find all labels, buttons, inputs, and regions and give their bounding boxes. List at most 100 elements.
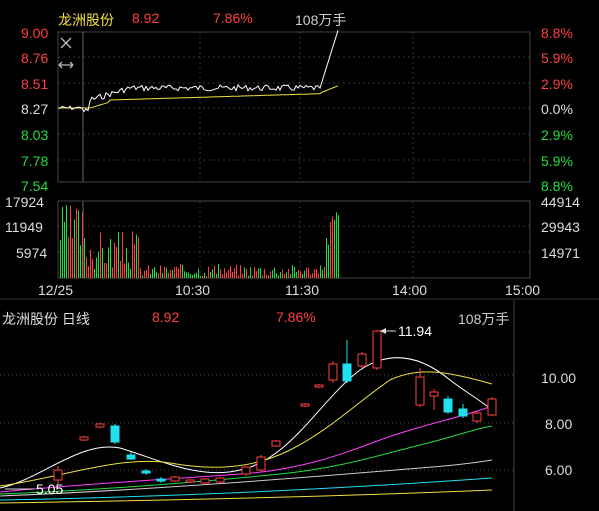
candle-body (53, 469, 63, 481)
volume-bar (228, 269, 229, 278)
volume-bar (232, 272, 233, 278)
volume-bar (268, 275, 269, 278)
volume-bar (124, 263, 125, 278)
volume-bar (102, 247, 103, 278)
volume-bar (270, 271, 271, 278)
candle-body (487, 398, 497, 416)
volume-bar (162, 273, 163, 278)
volume-bar (254, 267, 255, 278)
volume-bar (242, 273, 243, 278)
volume-bar (62, 206, 63, 278)
volume-bar (258, 268, 259, 278)
volume-bar (218, 264, 219, 278)
volume-bar (178, 268, 179, 278)
volume-bar (166, 267, 167, 278)
close-x-icon[interactable] (58, 36, 74, 50)
volume-bar (148, 265, 149, 278)
moving-average-line (0, 405, 493, 493)
volume-bar (292, 265, 293, 278)
candle-body (79, 436, 89, 441)
volume-bar (68, 237, 69, 278)
volume-bar (226, 272, 227, 278)
volume-bar (266, 274, 267, 278)
volume-bar (134, 244, 135, 278)
volume-bar (298, 269, 299, 278)
volume-bar (326, 237, 327, 278)
candle-body (458, 408, 468, 417)
volume-bar (238, 275, 239, 278)
volume-bar (98, 251, 99, 278)
volume-bar (284, 274, 285, 278)
volume-bar (310, 274, 311, 278)
high-price-label: 11.94 (398, 323, 432, 339)
volume-bar (240, 265, 241, 278)
volume-bar (334, 219, 335, 278)
candle-body (372, 330, 382, 369)
candle-body (300, 403, 310, 407)
volume-bar (82, 211, 83, 278)
volume-bar (208, 266, 209, 278)
volume-bar (72, 238, 73, 278)
volume-bar (118, 231, 119, 278)
candle-body (110, 425, 120, 443)
volume-bar (318, 273, 319, 278)
volume-bar (136, 234, 137, 278)
volume-bar (296, 271, 297, 278)
volume-bar (158, 273, 159, 278)
volume-bar (150, 274, 151, 278)
candle-body (185, 479, 195, 483)
low-price-label: 5.05 (36, 481, 64, 497)
candle-body (215, 477, 225, 483)
volume-bar (80, 245, 81, 278)
candle-body (170, 476, 180, 482)
volume-bar (154, 267, 155, 278)
volume-bar (248, 275, 249, 278)
volume-bar (108, 247, 109, 278)
volume-bar (114, 242, 115, 278)
volume-bar (152, 268, 153, 278)
volume-bar (200, 276, 201, 278)
volume-bar (216, 273, 217, 278)
candle-body (256, 456, 266, 471)
candle-body (429, 391, 439, 397)
volume-bar (222, 274, 223, 278)
volume-bar (210, 272, 211, 278)
volume-bar (308, 267, 309, 278)
volume-bar (224, 268, 225, 278)
expand-arrows-icon[interactable] (58, 58, 74, 72)
volume-bar (290, 274, 291, 278)
volume-bar (86, 257, 87, 278)
volume-bar (324, 267, 325, 278)
volume-bar (274, 267, 275, 278)
volume-bar (278, 275, 279, 278)
volume-bar (304, 270, 305, 278)
volume-bar (126, 248, 127, 278)
volume-bar (96, 257, 97, 278)
volume-bar (188, 272, 189, 278)
volume-bar (282, 269, 283, 278)
price-line (57, 30, 339, 113)
volume-bar (120, 260, 121, 278)
candle-body (328, 363, 338, 381)
volume-bar (70, 205, 71, 278)
volume-bar (280, 272, 281, 278)
volume-bar (184, 271, 185, 278)
volume-bar (112, 267, 113, 278)
volume-bar (264, 268, 265, 278)
volume-bar (288, 268, 289, 278)
volume-bar (60, 239, 61, 278)
volume-bar (236, 265, 237, 278)
volume-bar (84, 238, 85, 278)
volume-bar (244, 267, 245, 278)
candle-body (271, 440, 281, 447)
volume-bar (92, 258, 93, 278)
moving-average-line (0, 425, 493, 495)
volume-bar (214, 265, 215, 278)
volume-bar (170, 270, 171, 278)
volume-bar (196, 272, 197, 278)
volume-bar (302, 274, 303, 278)
volume-bar (116, 246, 117, 278)
candle-body (156, 478, 166, 482)
volume-bar (202, 275, 203, 278)
candle-body (95, 423, 105, 428)
